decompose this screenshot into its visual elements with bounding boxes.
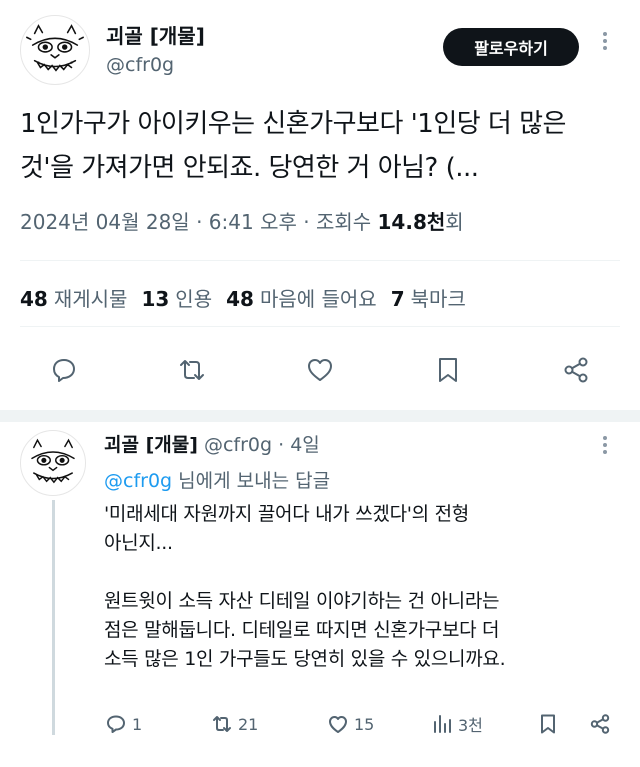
- like-count: 15: [354, 714, 375, 734]
- like-icon[interactable]: [300, 350, 340, 390]
- reply-author-name[interactable]: 괴골 [개물]: [104, 434, 198, 456]
- reply-age[interactable]: 4일: [290, 434, 320, 456]
- reply-text: '미래세대 자원까지 끌어다 내가 쓰겠다'의 전형 아닌지... 원트윗이 소…: [104, 503, 506, 670]
- reply-share-button[interactable]: [588, 712, 612, 736]
- follow-button[interactable]: 팔로우하기: [443, 28, 579, 66]
- tweet-text: 1인가구가 아이키우는 신혼가구보다 '1인당 더 많은 것'을 가져가면 안되…: [20, 102, 620, 190]
- tweet-text-line: 것'을 가져가면 안되죠. 당연한 거 아님? (...: [20, 153, 479, 183]
- author-name[interactable]: 괴골 [개물]: [106, 20, 205, 49]
- stat-bookmarks[interactable]: 7 북마크: [391, 283, 466, 312]
- divider: [20, 326, 620, 327]
- more-options-icon[interactable]: [603, 32, 607, 50]
- reply-icon[interactable]: [44, 350, 84, 390]
- stat-likes[interactable]: 48 마음에 들어요: [226, 283, 377, 312]
- monster-face-icon: [26, 24, 84, 72]
- meta-separator: ·: [303, 210, 310, 234]
- reply-author-handle[interactable]: @cfr0g: [204, 434, 272, 456]
- meta-separator: ·: [278, 434, 285, 456]
- reply-views-button[interactable]: 3천: [430, 712, 483, 736]
- reply-count: 1: [132, 714, 143, 734]
- views-icon: [434, 715, 451, 733]
- bookmark-icon[interactable]: [428, 350, 468, 390]
- reply-to-suffix: 님에게 보내는 답글: [178, 470, 331, 492]
- reply-reply-button[interactable]: 1: [104, 712, 142, 736]
- tweet-actions: [0, 350, 640, 398]
- meta-separator: ·: [196, 210, 203, 234]
- main-tweet: 괴골 [개물] @cfr0g 팔로우하기 1인가구가 아이키우는 신혼가구보다 …: [0, 0, 640, 410]
- reply-icon: [107, 715, 125, 733]
- share-icon: [590, 714, 610, 734]
- retweet-icon: [213, 716, 231, 732]
- author-handle[interactable]: @cfr0g: [106, 54, 174, 76]
- retweet-icon[interactable]: [172, 350, 212, 390]
- reply-actions: 1 21 15 3천: [104, 712, 624, 748]
- reply-avatar[interactable]: [20, 430, 86, 496]
- views-value: 14.8천: [377, 210, 446, 234]
- views-label: 조회수: [315, 210, 372, 234]
- bookmark-icon: [541, 714, 555, 734]
- views-count: 3천: [458, 716, 483, 735]
- reply-bookmark-button[interactable]: [536, 712, 560, 736]
- replying-to: @cfr0g 님에게 보내는 답글: [104, 466, 330, 493]
- tweet-meta: 2024년 04월 28일 · 6:41 오후 · 조회수 14.8천회: [20, 206, 464, 235]
- views-suffix: 회: [445, 210, 464, 234]
- retweet-count: 21: [238, 714, 259, 734]
- reply-retweet-button[interactable]: 21: [210, 712, 258, 736]
- reply-header: 괴골 [개물] @cfr0g · 4일: [104, 430, 320, 457]
- stat-quotes[interactable]: 13 인용: [141, 283, 212, 312]
- engagement-stats: 48 재게시물 13 인용 48 마음에 들어요 7 북마크: [20, 283, 480, 312]
- divider: [20, 260, 620, 261]
- avatar[interactable]: [20, 15, 90, 85]
- reply-to-mention[interactable]: @cfr0g: [104, 470, 172, 492]
- like-icon: [329, 716, 347, 733]
- tweet-date[interactable]: 2024년 04월 28일: [20, 210, 190, 234]
- section-gap: [0, 410, 640, 422]
- stat-reposts[interactable]: 48 재게시물: [20, 283, 127, 312]
- monster-face-icon: [31, 438, 75, 484]
- more-options-icon[interactable]: [603, 436, 607, 454]
- share-icon[interactable]: [556, 350, 596, 390]
- thread-line: [52, 500, 55, 735]
- tweet-text-line: 1인가구가 아이키우는 신혼가구보다 '1인당 더 많은: [20, 109, 566, 139]
- reply-like-button[interactable]: 15: [326, 712, 374, 736]
- tweet-time[interactable]: 6:41 오후: [209, 210, 297, 234]
